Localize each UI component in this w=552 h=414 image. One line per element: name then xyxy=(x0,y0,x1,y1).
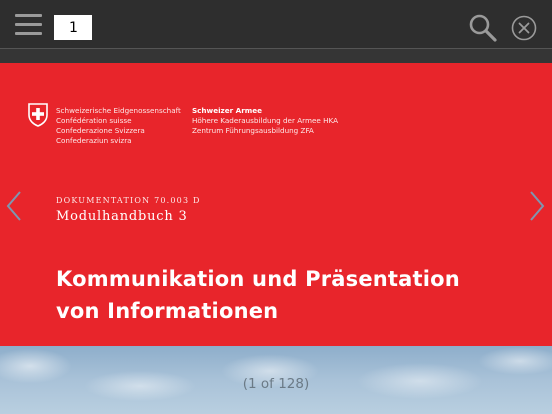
documentation-label: DOKUMENTATION 70.003 D xyxy=(56,196,201,205)
federation-name-fr: Confédération suisse xyxy=(56,116,132,125)
page-number-input[interactable] xyxy=(54,15,92,40)
federation-names: Schweizerische Eidgenossenschaft Confédé… xyxy=(56,106,181,146)
chevron-right-icon[interactable] xyxy=(528,190,546,222)
page-top-margin xyxy=(0,49,552,63)
module-subtitle: Modulhandbuch 3 xyxy=(56,209,188,224)
army-line-hka: Höhere Kaderausbildung der Armee HKA xyxy=(192,116,339,125)
top-toolbar xyxy=(0,0,552,52)
federation-name-de: Schweizerische Eidgenossenschaft xyxy=(56,106,181,115)
federation-name-rm: Confederaziun svizra xyxy=(56,136,132,145)
document-page[interactable]: Schweizerische Eidgenossenschaft Confédé… xyxy=(0,63,552,414)
document-title: Kommunikation und Präsentation von Infor… xyxy=(56,263,460,327)
army-header: Schweizer Armee Höhere Kaderausbildung d… xyxy=(192,106,338,136)
chevron-left-icon[interactable] xyxy=(5,190,23,222)
army-line-zfa: Zentrum Führungsausbildung ZFA xyxy=(192,126,314,135)
army-title: Schweizer Armee xyxy=(192,106,262,115)
close-circle-icon[interactable] xyxy=(511,15,537,41)
swiss-crest-icon xyxy=(28,103,48,127)
document-title-line-2: von Informationen xyxy=(56,299,279,323)
page-indicator: (1 of 128) xyxy=(242,376,310,392)
document-title-line-1: Kommunikation und Präsentation xyxy=(56,267,460,291)
search-icon[interactable] xyxy=(468,13,498,43)
hamburger-menu-icon[interactable] xyxy=(15,14,42,36)
federation-name-it: Confederazione Svizzera xyxy=(56,126,145,135)
